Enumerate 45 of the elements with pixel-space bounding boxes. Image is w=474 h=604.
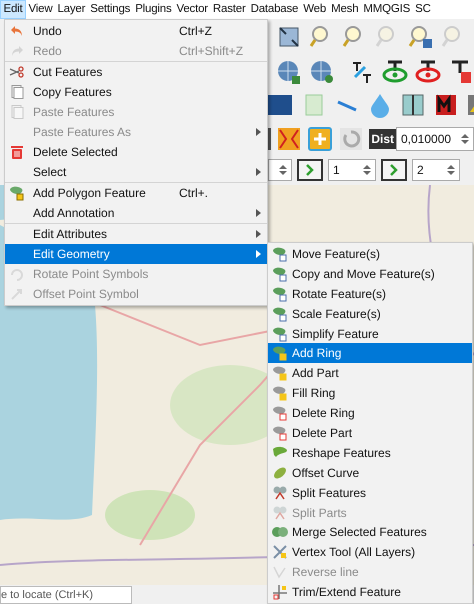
menu-bar-item[interactable]: Edit <box>0 0 26 19</box>
menu-bar-item[interactable]: Raster <box>210 0 248 19</box>
menu-bar-item[interactable]: Layer <box>54 0 88 19</box>
menu-item[interactable]: Select <box>5 162 267 182</box>
menu-item[interactable]: Undo Ctrl+Z <box>5 21 267 41</box>
shortcut-label: Ctrl+Z <box>179 23 213 40</box>
menu-bar-item[interactable]: Plugins <box>132 0 174 19</box>
menu-bar-item[interactable]: View <box>26 0 55 19</box>
shortcut-label: Ctrl+. <box>179 185 210 202</box>
menu-item[interactable]: Move Feature(s) <box>268 244 472 264</box>
menu-item[interactable]: Delete Ring <box>268 403 472 424</box>
menu-item[interactable]: Edit Geometry <box>5 244 267 264</box>
distance-field[interactable]: 0,010000 <box>396 126 474 150</box>
menu-item[interactable]: Reshape Features <box>268 442 472 463</box>
menu-item[interactable]: Delete Selected <box>5 142 267 162</box>
menu-item[interactable]: Scale Feature(s) <box>268 304 472 324</box>
menu-item[interactable]: Add Annotation <box>5 203 267 223</box>
menu-item[interactable]: Trim/Extend Feature <box>268 582 472 602</box>
menu-item[interactable]: Add Ring <box>268 343 472 364</box>
menu-item[interactable]: Split Features <box>268 482 472 503</box>
menu-bar-item[interactable]: MMQGIS <box>360 0 413 19</box>
spin-box[interactable]: 1 <box>328 159 376 181</box>
menu-bar-item[interactable]: Database <box>248 0 301 19</box>
menu-bar-item[interactable]: Vector <box>174 0 210 19</box>
menu-bar-item[interactable]: Mesh <box>328 0 361 19</box>
menu-bar-item[interactable]: Settings <box>88 0 133 19</box>
menu-item[interactable]: Add Polygon Feature Ctrl+. <box>5 183 267 203</box>
locator-field[interactable]: e to locate (Ctrl+K) <box>0 586 132 604</box>
menu-item[interactable]: Rotate Feature(s) <box>268 284 472 304</box>
spin-box[interactable]: 2 <box>412 159 460 181</box>
menu-item[interactable]: Fill Ring <box>268 383 472 404</box>
menu-bar-item[interactable]: SC <box>412 0 434 19</box>
menu-item[interactable]: Vertex Tool (All Layers) <box>268 542 472 562</box>
menu-item[interactable]: Copy Features <box>5 82 267 102</box>
menu-item[interactable]: Add Part <box>268 363 472 384</box>
menu-item[interactable]: Merge Selected Features <box>268 522 472 542</box>
shortcut-label: Ctrl+Shift+Z <box>179 43 244 60</box>
menu-item[interactable]: Cut Features <box>5 62 267 82</box>
distance-label: Dist <box>369 128 396 148</box>
menu-item[interactable]: Simplify Feature <box>268 324 472 344</box>
menu-item[interactable]: Edit Attributes <box>5 224 267 244</box>
menu-item[interactable]: Delete Part <box>268 423 472 443</box>
menu-item[interactable]: Offset Curve <box>268 462 472 483</box>
menu-item[interactable]: Copy and Move Feature(s) <box>268 264 472 284</box>
menu-bar-item[interactable]: Web <box>300 0 329 19</box>
